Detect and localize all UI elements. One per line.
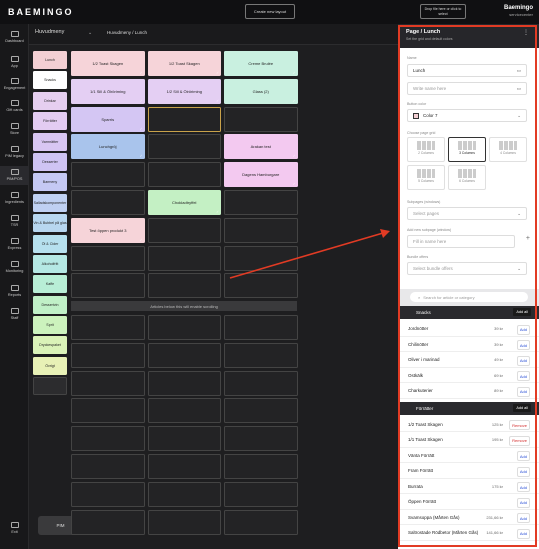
grid-cell-empty[interactable] — [71, 370, 145, 396]
grid-cell-empty[interactable] — [71, 315, 145, 340]
grid-cell-empty[interactable] — [147, 398, 221, 424]
grid-cell-empty[interactable] — [224, 342, 298, 368]
grid-cell-empty[interactable] — [71, 398, 145, 424]
grid-cell-empty[interactable] — [147, 370, 221, 396]
grid-cell-empty[interactable] — [71, 342, 145, 368]
grid-cell-empty[interactable] — [71, 481, 145, 507]
grid-cell-empty[interactable] — [224, 454, 298, 479]
grid-cell-empty[interactable] — [224, 315, 298, 340]
grid-cell-empty[interactable] — [71, 426, 145, 452]
grid-cell-empty[interactable] — [147, 426, 221, 452]
grid-cell-empty[interactable] — [224, 509, 298, 535]
grid-cell-empty[interactable] — [147, 342, 221, 368]
grid-cell-empty[interactable] — [224, 398, 298, 424]
grid-cell-empty[interactable] — [147, 454, 221, 479]
grid-cell-empty[interactable] — [147, 481, 221, 507]
grid-cell-empty[interactable] — [147, 315, 221, 340]
grid-cell-empty[interactable] — [224, 481, 298, 507]
grid-cell-empty[interactable] — [147, 509, 221, 535]
grid-cell-empty[interactable] — [224, 426, 298, 452]
grid-cell-empty[interactable] — [71, 509, 145, 535]
grid-cell-empty[interactable] — [71, 454, 145, 479]
grid-cell-empty[interactable] — [224, 370, 298, 396]
